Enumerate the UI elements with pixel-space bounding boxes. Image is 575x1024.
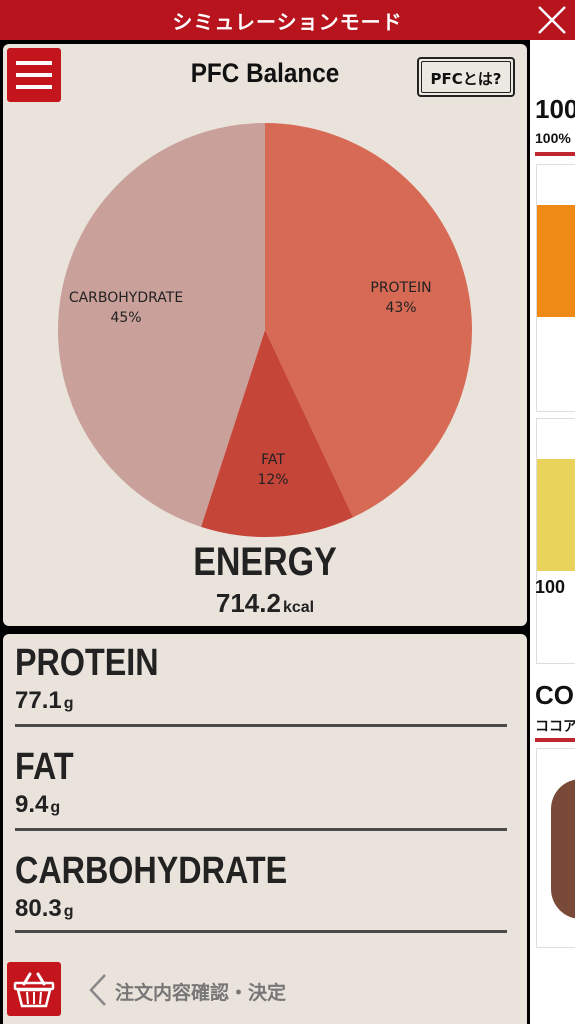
pie-label-fat: FAT [261,452,285,468]
mode-title: シミュレーションモード [172,10,403,34]
product-card[interactable]: 100 [535,418,575,664]
pfc-chart-panel: PFC Balance PFCとは? PROTEIN 43% FAT 12% CARBO… [3,44,527,626]
close-icon[interactable] [535,3,569,37]
pie-value-fat: 12% [257,472,288,488]
product-image [551,779,575,919]
product-list-peek[interactable]: 100 100% 100 COC ココア [530,40,575,1024]
divider [535,152,575,156]
pfc-pie-chart: PROTEIN 43% FAT 12% CARBOHYDRATE 45% [58,123,472,537]
product-image [537,205,575,317]
energy-value: 714.2 kcal [3,588,527,619]
divider [15,828,507,831]
product-subheading: 100% [535,130,571,146]
energy-unit: kcal [282,599,315,616]
product-image [537,459,575,571]
divider [535,738,575,742]
nutrient-carbohydrate: CARBOHYDRATE 80.3 g [15,850,507,933]
chevron-left-icon [89,974,106,1006]
pie-label-protein: PROTEIN [370,280,431,296]
cart-button[interactable] [7,962,61,1016]
nutrient-number: 77.1 [15,687,62,714]
top-bar: シミュレーションモード [0,0,575,40]
pie-label-carbohydrate: CARBOHYDRATE [69,290,183,306]
pie-value-carbohydrate: 45% [110,310,141,326]
product-card[interactable] [536,164,575,412]
nutrient-protein: PROTEIN 77.1 g [15,642,507,727]
nutrient-name: FAT [15,746,74,788]
nutrient-unit: g [63,695,74,712]
nutrient-name: PROTEIN [15,642,159,684]
divider [15,724,507,727]
nutrient-number: 80.3 [15,895,62,922]
nutrient-unit: g [63,903,74,920]
product-card[interactable] [536,748,575,948]
order-confirm-label: 注文内容確認・決定 [115,982,287,1004]
nutrient-value: 9.4 g [15,791,505,819]
nutrient-value: 80.3 g [15,895,505,923]
nutrient-value: 77.1 g [15,687,505,715]
basket-icon [13,972,55,1008]
nutrient-fat: FAT 9.4 g [15,746,507,831]
energy-label: ENERGY [193,540,337,584]
nutrient-name: CARBOHYDRATE [15,850,288,892]
energy-number: 714.2 [215,588,281,618]
product-label: 100 [535,577,566,597]
divider [15,930,507,933]
pie-value-protein: 43% [385,300,416,316]
nutrient-number: 9.4 [15,791,49,818]
nutrient-unit: g [50,799,61,816]
product-heading: 100 [535,94,575,124]
product-heading: COC [535,680,575,710]
product-subheading: ココア [535,718,575,734]
nutrients-panel: PROTEIN 77.1 g FAT 9.4 g CARBOHYDRATE 80.3… [3,634,527,1024]
